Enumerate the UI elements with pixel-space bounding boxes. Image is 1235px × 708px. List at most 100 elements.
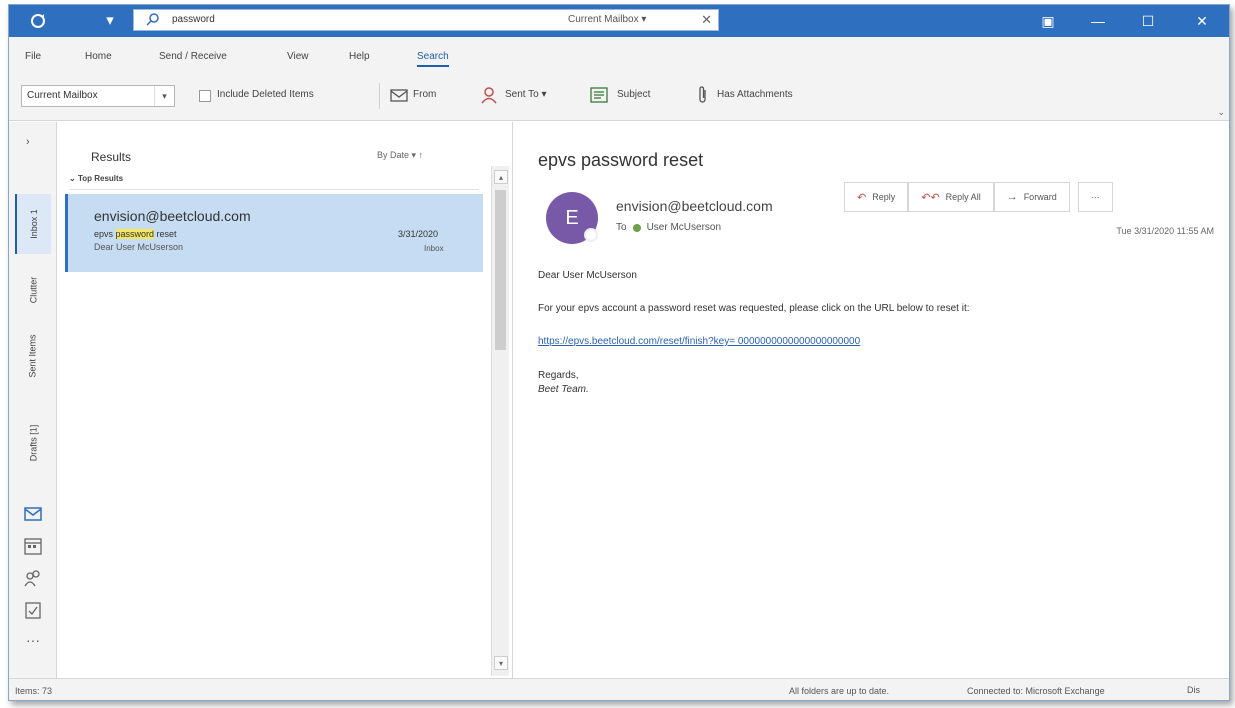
sort-dropdown[interactable]: By Date ▾ ↑ [377,150,423,161]
more-icon: ··· [1090,192,1100,202]
subject-icon[interactable] [589,85,609,105]
from-icon[interactable] [389,85,409,105]
forward-label: Forward [1023,192,1057,202]
forward-button[interactable]: → Forward [993,182,1070,212]
group-header[interactable]: ⌄ Top Results [69,174,479,190]
tab-send-receive[interactable]: Send / Receive [159,51,227,62]
chevron-right-icon[interactable]: › [26,136,30,148]
tab-file[interactable]: File [25,51,41,62]
connection-status[interactable]: Connected to: Microsoft Exchange [967,686,1105,696]
search-input[interactable]: password [172,14,215,25]
sent-to-icon[interactable] [479,85,499,105]
email-subject: epvs password reset [538,150,704,170]
folder-drafts[interactable]: Drafts [1] [15,412,51,474]
message-subject: epvs password reset [94,229,177,239]
more-icon[interactable]: ··· [23,632,43,652]
outlook-window: ▾ password Current Mailbox ▾ ✕ ▣ — ☐ ✕ F… [8,4,1230,701]
folder-label: Inbox 1 [29,209,39,239]
has-attachments-button[interactable]: Has Attachments [717,89,793,100]
forward-icon: → [1006,191,1018,203]
close-icon[interactable]: ✕ [701,12,712,28]
search-icon [146,12,162,28]
search-highlight: password [115,229,155,239]
tab-view[interactable]: View [287,51,309,62]
email-signature: Regards, Beet Team. [538,369,1218,397]
ribbon-divider [379,83,380,109]
folder-clutter[interactable]: Clutter [15,262,51,318]
avatar-initial: E [565,207,579,229]
email-sender[interactable]: envision@beetcloud.com [616,198,773,214]
scroll-down-icon[interactable]: ▾ [494,656,508,670]
folder-pane: › Inbox 1 Clutter Sent Items Drafts [1] … [9,122,57,678]
folder-label: Clutter [27,276,38,304]
list-scrollbar[interactable]: ▴ ▾ [491,166,509,676]
title-bar: ▾ password Current Mailbox ▾ ✕ ▣ — ☐ ✕ [9,5,1229,37]
menu-bar: File Home Send / Receive View Help Searc… [9,37,1229,81]
minimize-button[interactable]: — [1075,5,1121,37]
message-list: Results By Date ▾ ↑ ⌄ Top Results envisi… [57,122,513,678]
from-button[interactable]: From [413,89,436,100]
reset-link[interactable]: https://epvs.beetcloud.com/reset/finish?… [538,336,860,347]
tasks-icon[interactable] [23,600,43,620]
reply-button[interactable]: ↶ Reply [844,182,909,212]
search-box[interactable]: password Current Mailbox ▾ ✕ [133,9,719,31]
email-date: Tue 3/31/2020 11:55 AM [1116,226,1214,236]
folder-sent-items[interactable]: Sent Items [15,322,51,390]
chevron-down-icon[interactable]: ⌄ [1217,107,1225,118]
scrollbar-thumb[interactable] [495,190,506,350]
display-settings[interactable]: Dis [1187,685,1200,695]
sent-to-button[interactable]: Sent To ▾ [505,89,547,100]
close-window-button[interactable]: ✕ [1179,5,1225,37]
more-actions-button[interactable]: ··· [1077,182,1113,212]
folder-label: Drafts [1] [28,424,39,462]
presence-dot-icon [632,223,641,232]
reply-all-button[interactable]: ↶↶ Reply All [908,182,994,212]
folder-label: Sent Items [28,334,38,378]
folder-inbox[interactable]: Inbox 1 [15,194,51,254]
customize-toolbar-icon[interactable]: ▾ [101,12,119,30]
reading-pane: epvs password reset E envision@beetcloud… [514,122,1229,678]
chevron-down-icon: ⌄ [69,174,78,183]
item-count: Items: 73 [15,686,53,696]
recipient-row: To User McUserson [616,222,721,233]
avatar[interactable]: E [546,192,598,244]
message-date: 3/31/2020 [398,229,439,239]
scope-select[interactable]: Current Mailbox ▾ [21,85,175,107]
group-label: Top Results [77,174,124,183]
message-sender: envision@beetcloud.com [94,208,251,224]
message-folder: Inbox [424,244,444,253]
subject-button[interactable]: Subject [617,89,650,100]
presence-icon [584,228,598,242]
sync-status: All folders are up to date. [789,686,890,696]
chevron-down-icon[interactable]: ▾ [154,86,174,106]
email-recipient[interactable]: User McUserson [647,222,721,233]
to-label: To [616,222,627,233]
calendar-icon[interactable] [23,536,43,556]
message-preview: Dear User McUserson [94,242,184,252]
tab-home[interactable]: Home [85,51,112,62]
paperclip-icon[interactable] [693,85,713,105]
mail-icon[interactable] [23,504,43,524]
reply-icon: ↶ [857,191,867,204]
tab-help[interactable]: Help [349,51,370,62]
list-item[interactable]: envision@beetcloud.com epvs password res… [65,194,483,272]
include-deleted-label[interactable]: Include Deleted Items [217,89,314,100]
status-bar: Items: 73 All folders are up to date. Co… [9,678,1229,700]
include-deleted-checkbox[interactable] [199,90,211,102]
tab-search[interactable]: Search [417,51,449,67]
list-title: Results [91,150,132,164]
signature-line: Beet Team. [538,384,589,395]
signature-line: Regards, [538,370,579,381]
reply-all-icon: ↶↶ [921,191,940,204]
reply-all-label: Reply All [945,192,981,202]
email-text: For your epvs account a password reset w… [538,303,970,314]
search-scope-dropdown[interactable]: Current Mailbox ▾ [568,14,646,25]
email-greeting: Dear User McUserson [538,270,637,281]
people-icon[interactable] [23,568,43,588]
email-body: Dear User McUserson For your epvs accoun… [538,270,1218,397]
scroll-up-icon[interactable]: ▴ [494,170,508,184]
sync-icon[interactable] [29,12,47,30]
scope-select-value: Current Mailbox [27,90,98,101]
ribbon-display-icon[interactable]: ▣ [1025,5,1071,37]
maximize-button[interactable]: ☐ [1125,5,1171,37]
